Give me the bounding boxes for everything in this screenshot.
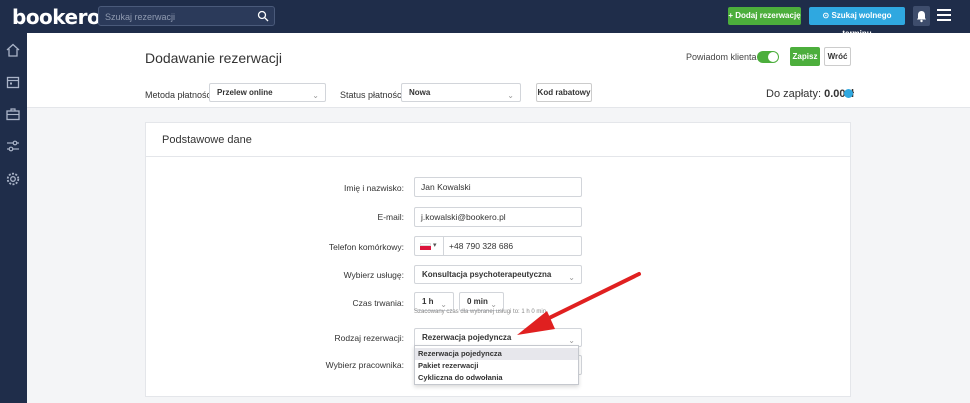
bell-icon (917, 11, 926, 23)
sidebar (0, 33, 27, 403)
booking-type-dropdown: Rezerwacja pojedyncza Pakiet rezerwacji … (414, 345, 579, 385)
home-icon[interactable] (5, 42, 21, 58)
discount-code-button[interactable]: Kod rabatowy (536, 83, 592, 102)
option-booking-package[interactable]: Pakiet rezerwacji (415, 360, 578, 372)
payment-method-label: Metoda płatności: (145, 90, 216, 100)
option-single-booking[interactable]: Rezerwacja pojedyncza (415, 348, 578, 360)
notify-client-toggle[interactable] (757, 51, 779, 63)
duration-hours-value: 1 h (422, 297, 434, 306)
email-label: E-mail: (377, 212, 404, 222)
settings-gear-icon[interactable] (5, 171, 21, 187)
phone-field[interactable]: ▾ +48 790 328 686 (414, 236, 582, 256)
service-label: Wybierz usługę: (343, 270, 404, 280)
top-bar: bookero + Dodaj rezerwację ⊙ Szukaj woln… (0, 0, 970, 38)
chevron-down-icon: ⌄ (507, 91, 514, 100)
name-label: Imię i nazwisko: (344, 183, 404, 193)
sliders-icon[interactable] (5, 138, 21, 154)
booking-type-value: Rezerwacja pojedyncza (422, 333, 512, 342)
employee-label: Wybierz pracownika: (325, 360, 404, 370)
chevron-down-icon: ⌄ (312, 91, 319, 100)
booking-type-label: Rodzaj rezerwacji: (334, 333, 404, 343)
find-free-slot-button[interactable]: ⊙ Szukaj wolnego terminu (809, 7, 905, 38)
phone-value: +48 790 328 686 (449, 241, 514, 251)
search-icon[interactable] (257, 10, 269, 22)
annotation-arrow-icon (517, 272, 641, 335)
duration-label: Czas trwania: (352, 298, 405, 308)
payment-status-select[interactable]: Nowa ⌄ (401, 83, 521, 102)
duration-minutes-value: 0 min (467, 297, 488, 306)
poland-flag-icon[interactable] (420, 243, 431, 250)
briefcase-icon[interactable] (5, 106, 21, 122)
search-box[interactable] (98, 6, 275, 26)
edit-info-icon[interactable] (844, 89, 853, 98)
page-header: Dodawanie rezerwacji Powiadom klienta Za… (27, 33, 970, 108)
payment-method-value: Przelew online (217, 88, 273, 97)
payment-method-select[interactable]: Przelew online ⌄ (209, 83, 326, 102)
divider (146, 156, 850, 157)
payment-status-label: Status płatności: (340, 90, 407, 100)
add-reservation-button[interactable]: + Dodaj rezerwację (728, 7, 801, 25)
bookero-logo[interactable]: bookero (12, 5, 101, 29)
calendar-icon[interactable] (5, 74, 21, 90)
email-field[interactable]: j.kowalski@bookero.pl (414, 207, 582, 227)
caret-down-icon[interactable]: ▾ (433, 237, 437, 255)
back-button[interactable]: Wróć (824, 47, 851, 66)
save-button[interactable]: Zapisz (790, 47, 820, 66)
notifications-button[interactable] (913, 6, 930, 26)
card-title: Podstawowe dane (162, 134, 252, 146)
name-field[interactable]: Jan Kowalski (414, 177, 582, 197)
hamburger-menu-icon[interactable] (937, 9, 951, 21)
amount-due: Do zapłaty: 0.00zł (766, 88, 854, 100)
phone-label: Telefon komórkowy: (328, 242, 404, 252)
amount-due-label: Do zapłaty: (766, 88, 822, 100)
page-title: Dodawanie rezerwacji (145, 50, 282, 66)
notify-client-label: Powiadom klienta (686, 52, 757, 62)
payment-status-value: Nowa (409, 88, 431, 97)
option-recurring-booking[interactable]: Cykliczna do odwołania (415, 372, 578, 384)
divider (443, 237, 444, 255)
search-input[interactable] (105, 10, 255, 23)
logo-text: bookero (12, 5, 101, 29)
